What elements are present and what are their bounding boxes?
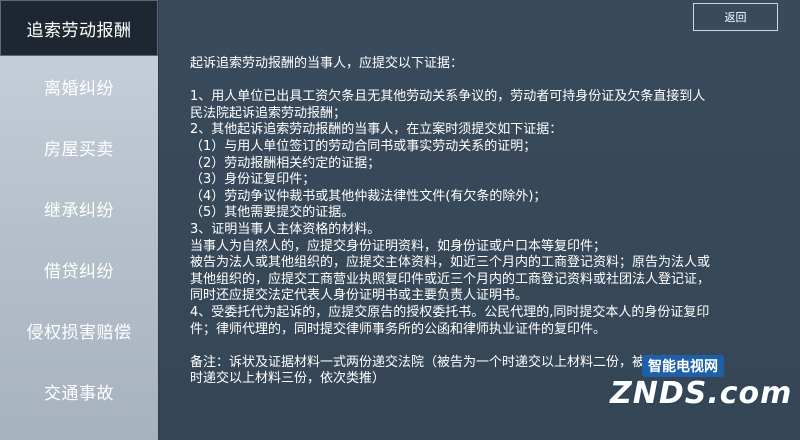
sidebar-item-label: 房屋买卖 [44,139,114,160]
watermark-cn-text: 智能电视网 [642,355,724,377]
sidebar-item-inheritance[interactable]: 继承纠纷 [0,180,158,236]
text-line: （5）其他需要提交的证据。 [190,205,355,221]
text-line: 3、证明当事人主体资格的材料。 [190,221,381,237]
sidebar-item-traffic[interactable]: 交通事故 [0,363,158,419]
text-line: 被告为法人或其他组织的，应提交主体资料，如近三个月内的工商登记资料；原告为法人或 [190,255,711,271]
text-line: 当事人为自然人的，应提交身份证明资料，如身份证或户口本等复印件； [190,238,607,254]
text-line: （4）劳动争议仲裁书或其他仲裁法律性文件(有欠条的除外)； [190,188,547,204]
back-button[interactable]: 返回 [693,3,778,31]
text-line: （2）劳动报酬相关约定的证据； [190,155,381,171]
sidebar-item-tort[interactable]: 侵权损害赔偿 [0,302,158,358]
sidebar-item-label: 借贷纠纷 [44,261,114,282]
sidebar-item-label: 追索劳动报酬 [26,20,132,41]
text-line: 1、用人单位已出具工资欠条且无其他劳动关系争议的，劳动者可持身份证及欠条直接到人 [190,89,706,105]
sidebar: 追索劳动报酬 离婚纠纷 房屋买卖 继承纠纷 借贷纠纷 侵权损害赔偿 交通事故 [0,0,159,440]
watermark-logo: 智能电视网 ZNDS.com [590,352,795,414]
text-line: 起诉追索劳动报酬的当事人，应提交以下证据： [190,56,464,71]
sidebar-item-labor-pay[interactable]: 追索劳动报酬 [0,0,158,56]
evidence-text: 起诉追索劳动报酬的当事人，应提交以下证据： 1、用人单位已出具工资欠条且无其他劳… [190,56,795,388]
text-line: （1）与用人单位签订的劳动合同书或事实劳动关系的证明； [190,138,537,154]
text-line: 其他组织的，应提交工商营业执照复印件或近三个月内的工商登记资料或社团法人登记证， [190,271,711,287]
sidebar-item-label: 侵权损害赔偿 [26,322,132,343]
sidebar-item-house-sale[interactable]: 房屋买卖 [0,119,158,175]
watermark-logo-text: ZNDS.com [610,376,793,411]
text-line: 2、其他起诉追索劳动报酬的当事人，在立案时须提交如下证据： [190,122,563,138]
sidebar-item-label: 交通事故 [44,383,114,404]
sidebar-item-label: 离婚纠纷 [44,78,114,99]
sidebar-item-loan[interactable]: 借贷纠纷 [0,241,158,297]
text-line: 件；律师代理的，同时提交律师事务所的公函和律师执业证件的复印件。 [190,321,607,337]
sidebar-item-label: 继承纠纷 [44,200,114,221]
text-line: 4、受委托代为起诉的，应提交原告的授权委托书。公民代理的,同时提交本人的身份证复… [190,304,710,320]
text-line: （3）身份证复印件； [190,172,316,188]
sidebar-item-divorce[interactable]: 离婚纠纷 [0,58,158,114]
text-line: 民法院起诉追索劳动报酬； [190,105,347,121]
text-line: 同时还应提交法定代表人身份证明书或主要负责人证明书。 [190,288,529,304]
